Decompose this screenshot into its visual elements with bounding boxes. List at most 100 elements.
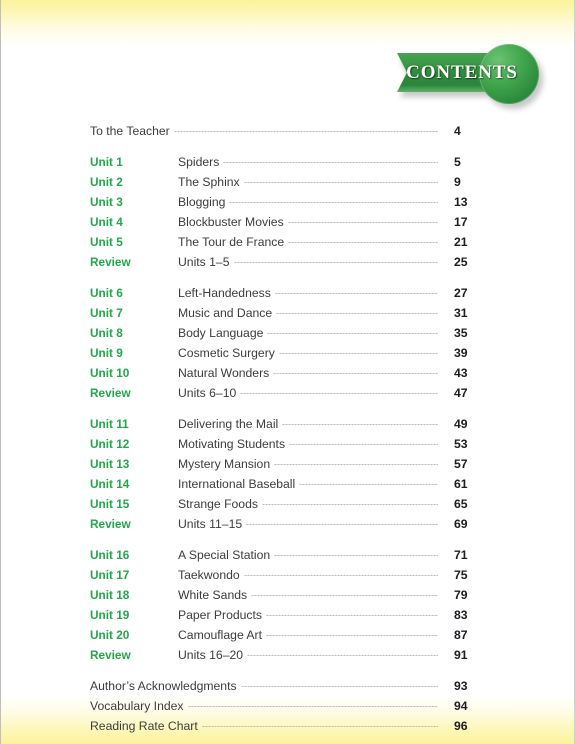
toc-entry-unit: Unit 16: [90, 548, 130, 562]
toc-entry[interactable]: Reading Rate Chart 96: [90, 719, 480, 739]
toc-entry[interactable]: Unit 17 Taekwondo 75: [90, 568, 480, 588]
toc-entry[interactable]: Unit 9 Cosmetic Surgery 39: [90, 346, 480, 366]
toc-entry[interactable]: Unit 20 Camouflage Art 87: [90, 628, 480, 648]
toc-entry-title: Mystery Mansion: [178, 457, 271, 471]
toc-entry-title: International Baseball: [178, 477, 296, 491]
toc-entry-unit: Unit 2: [90, 175, 123, 189]
toc-entry-title: Units 6–10: [178, 386, 237, 400]
toc-entry-title: Camouflage Art: [178, 628, 263, 642]
toc-entry-unit: Unit 20: [90, 628, 130, 642]
toc-entry-page-number: 69: [454, 517, 468, 531]
toc-entry-title: White Sands: [178, 588, 248, 602]
toc-entry[interactable]: Unit 18 White Sands 79: [90, 588, 480, 608]
toc-entry-title: Motivating Students: [178, 437, 286, 451]
toc-entry-title: Left-Handedness: [178, 286, 271, 300]
toc-group: Unit 11 Delivering the Mail 49 Unit 12 Motiv…: [90, 417, 480, 537]
toc-group: Unit 16 A Special Station 71 Unit 17 Taekwon…: [90, 548, 480, 668]
dot-leader: [274, 464, 438, 465]
dot-leader: [251, 595, 438, 596]
toc-entry[interactable]: Review Units 16–20 91: [90, 648, 480, 668]
toc-entry-title: Reading Rate Chart: [90, 719, 198, 733]
toc-entry[interactable]: Unit 11 Delivering the Mail 49: [90, 417, 480, 437]
toc-entry-page-number: 83: [454, 608, 468, 622]
toc-entry[interactable]: Review Units 6–10 47: [90, 386, 480, 406]
toc-entry-page-number: 47: [454, 386, 468, 400]
toc-entry[interactable]: Unit 4 Blockbuster Movies 17: [90, 215, 480, 235]
toc-entry-title: Taekwondo: [178, 568, 240, 582]
dot-leader: [243, 182, 438, 183]
toc-entry-title: Units 16–20: [178, 648, 244, 662]
toc-entry[interactable]: Unit 14 International Baseball 61: [90, 477, 480, 497]
toc-entry[interactable]: Unit 3 Blogging 13: [90, 195, 480, 215]
toc-entry[interactable]: Vocabulary Index 94: [90, 699, 480, 719]
contents-banner: CONTENTS: [397, 44, 547, 109]
toc-entry[interactable]: Unit 16 A Special Station 71: [90, 548, 480, 568]
toc-entry-page-number: 61: [454, 477, 468, 491]
dot-leader: [246, 524, 438, 525]
toc-entry[interactable]: Unit 7 Music and Dance 31: [90, 306, 480, 326]
toc-entry-page-number: 5: [454, 155, 461, 169]
toc-entry-page-number: 91: [454, 648, 468, 662]
toc-entry[interactable]: Review Units 11–15 69: [90, 517, 480, 537]
dot-leader: [299, 484, 438, 485]
toc-entry[interactable]: Unit 2 The Sphinx 9: [90, 175, 480, 195]
toc-entry[interactable]: Review Units 1–5 25: [90, 255, 480, 275]
toc-entry[interactable]: Unit 6 Left-Handedness 27: [90, 286, 480, 306]
toc-group: Author’s Acknowledgments 93 Vocabulary Ind…: [90, 679, 480, 739]
toc-entry-unit: Unit 8: [90, 326, 123, 340]
table-of-contents: To the Teacher 4 Unit 1 Spiders 5 Unit 2 The S…: [90, 124, 480, 739]
toc-entry-page-number: 49: [454, 417, 468, 431]
toc-entry-page-number: 57: [454, 457, 468, 471]
toc-entry-page-number: 35: [454, 326, 468, 340]
toc-entry[interactable]: Unit 13 Mystery Mansion 57: [90, 457, 480, 477]
toc-entry-page-number: 27: [454, 286, 468, 300]
toc-entry-page-number: 79: [454, 588, 468, 602]
toc-entry-unit: Review: [90, 255, 131, 269]
toc-entry-unit: Review: [90, 386, 131, 400]
dot-leader: [240, 686, 438, 687]
toc-entry-unit: Unit 3: [90, 195, 123, 209]
toc-entry-page-number: 17: [454, 215, 468, 229]
dot-leader: [273, 373, 438, 374]
dot-leader: [266, 615, 438, 616]
toc-entry-page-number: 31: [454, 306, 468, 320]
dot-leader: [287, 222, 438, 223]
toc-group: To the Teacher 4: [90, 124, 480, 144]
toc-entry-title: Author’s Acknowledgments: [90, 679, 237, 693]
toc-entry[interactable]: Unit 10 Natural Wonders 43: [90, 366, 480, 386]
toc-entry[interactable]: Author’s Acknowledgments 93: [90, 679, 480, 699]
toc-entry[interactable]: Unit 19 Paper Products 83: [90, 608, 480, 628]
toc-entry-title: Strange Foods: [178, 497, 258, 511]
dot-leader: [288, 242, 438, 243]
toc-entry-title: Cosmetic Surgery: [178, 346, 275, 360]
toc-entry-page-number: 75: [454, 568, 468, 582]
toc-entry[interactable]: Unit 1 Spiders 5: [90, 155, 480, 175]
toc-entry-title: To the Teacher: [90, 124, 170, 138]
dot-leader: [289, 444, 438, 445]
toc-entry-title: Paper Products: [178, 608, 263, 622]
toc-entry-title: Vocabulary Index: [90, 699, 184, 713]
toc-entry-unit: Unit 6: [90, 286, 123, 300]
toc-entry-unit: Unit 4: [90, 215, 123, 229]
toc-entry-unit: Unit 7: [90, 306, 123, 320]
toc-entry[interactable]: Unit 5 The Tour de France 21: [90, 235, 480, 255]
toc-entry-page-number: 87: [454, 628, 468, 642]
toc-entry[interactable]: To the Teacher 4: [90, 124, 480, 144]
toc-entry-unit: Unit 19: [90, 608, 130, 622]
toc-entry[interactable]: Unit 12 Motivating Students 53: [90, 437, 480, 457]
toc-entry[interactable]: Unit 8 Body Language 35: [90, 326, 480, 346]
dot-leader: [278, 353, 438, 354]
dot-leader: [243, 575, 438, 576]
dot-leader: [240, 393, 438, 394]
toc-entry-title: Blogging: [178, 195, 226, 209]
toc-entry-title: Body Language: [178, 326, 264, 340]
dot-leader: [187, 706, 438, 707]
top-gradient-band: [1, 0, 574, 46]
dot-leader: [233, 262, 438, 263]
toc-entry[interactable]: Unit 15 Strange Foods 65: [90, 497, 480, 517]
toc-entry-page-number: 39: [454, 346, 468, 360]
toc-entry-unit: Review: [90, 517, 131, 531]
toc-entry-title: Units 11–15: [178, 517, 243, 531]
toc-entry-page-number: 21: [454, 235, 468, 249]
